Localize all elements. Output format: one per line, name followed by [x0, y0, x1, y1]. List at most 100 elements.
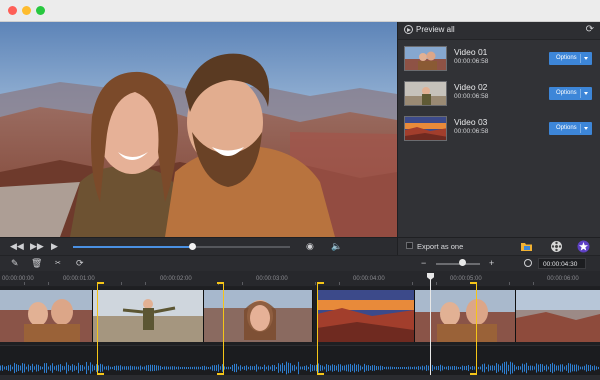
options-label: Options	[556, 55, 577, 61]
player-controls: ◀◀ ▶▶ ▶ ◉ 🔈	[0, 237, 397, 255]
waveform-bar	[78, 362, 79, 374]
waveform-bar	[278, 363, 279, 373]
waveform-bar	[230, 366, 231, 370]
split-icon[interactable]: ✂	[55, 259, 61, 269]
waveform-bar	[34, 366, 35, 370]
video-list-item[interactable]: Video 01 00:00:06:58 Options	[398, 42, 600, 76]
waveform-bar	[238, 366, 239, 370]
edit-icon[interactable]: ✎	[11, 258, 19, 268]
timeline-clip[interactable]	[0, 290, 93, 342]
clip-selection-range[interactable]	[97, 282, 224, 375]
zoom-slider[interactable]	[436, 263, 480, 265]
playback-progress-slider[interactable]	[73, 243, 290, 250]
clip-selection-range[interactable]	[317, 282, 477, 375]
waveform-bar	[558, 365, 559, 371]
ruler-tick-label: 00:00:01:00	[63, 276, 95, 282]
waveform-bar	[574, 364, 575, 372]
waveform-bar	[2, 365, 3, 371]
waveform-bar	[28, 364, 29, 372]
waveform-bar	[294, 364, 295, 372]
export-as-one-label[interactable]: Export as one	[417, 242, 463, 251]
star-effects-icon[interactable]	[577, 240, 590, 253]
playhead-line[interactable]	[430, 276, 431, 375]
zoom-window-button[interactable]	[36, 6, 45, 15]
waveform-bar	[64, 366, 65, 370]
trash-icon[interactable]: 🗑	[31, 258, 42, 268]
waveform-bar	[518, 365, 519, 371]
fast-forward-icon[interactable]: ▶▶	[30, 241, 44, 251]
video-list-item[interactable]: Video 03 00:00:06:58 Options	[398, 112, 600, 146]
waveform-bar	[494, 365, 495, 371]
waveform-bar	[224, 366, 225, 370]
waveform-bar	[550, 364, 551, 372]
video-duration: 00:00:06:58	[454, 128, 489, 135]
waveform-bar	[588, 365, 589, 371]
waveform-bar	[58, 364, 59, 372]
waveform-bar	[290, 363, 291, 373]
waveform-bar	[236, 363, 237, 373]
preview-frame-image	[0, 22, 397, 237]
waveform-bar	[314, 365, 315, 371]
video-preview[interactable]	[0, 22, 397, 237]
waveform-bar	[284, 365, 285, 371]
waveform-bar	[30, 365, 31, 371]
waveform-bar	[52, 363, 53, 373]
waveform-bar	[280, 364, 281, 372]
open-folder-icon[interactable]	[520, 240, 533, 253]
video-thumbnail	[404, 46, 447, 71]
zoom-in-icon[interactable]: +	[489, 258, 494, 268]
record-icon[interactable]: ◉	[306, 241, 314, 251]
options-button[interactable]: Options	[549, 122, 592, 135]
playback-progress-handle[interactable]	[189, 243, 197, 250]
ruler-tick-label: 00:00:06:00	[547, 276, 579, 282]
waveform-bar	[74, 365, 75, 371]
waveform-bar	[548, 366, 549, 370]
chevron-down-icon[interactable]	[584, 92, 588, 95]
rotate-icon[interactable]: ⟳	[76, 258, 84, 268]
waveform-bar	[38, 364, 39, 372]
video-list-item[interactable]: Video 02 00:00:06:58 Options	[398, 77, 600, 111]
chevron-down-icon[interactable]	[584, 127, 588, 130]
waveform-bar	[302, 366, 303, 370]
waveform-bar	[288, 362, 289, 374]
waveform-bar	[244, 366, 245, 370]
waveform-bar	[46, 363, 47, 373]
volume-icon[interactable]: 🔈	[331, 241, 342, 251]
waveform-bar	[226, 366, 227, 370]
waveform-bar	[266, 366, 267, 370]
timeline-clip[interactable]	[516, 290, 600, 342]
close-window-button[interactable]	[8, 6, 17, 15]
clock-icon	[524, 259, 532, 267]
waveform-bar	[564, 366, 565, 370]
waveform-bar	[500, 365, 501, 371]
minimize-window-button[interactable]	[22, 6, 31, 15]
waveform-bar	[86, 361, 87, 375]
waveform-bar	[14, 362, 15, 374]
film-reel-icon[interactable]	[550, 240, 563, 253]
waveform-bar	[512, 362, 513, 374]
waveform-bar	[70, 365, 71, 371]
rewind-icon[interactable]: ◀◀	[10, 241, 24, 251]
chevron-down-icon[interactable]	[584, 57, 588, 60]
waveform-bar	[274, 365, 275, 371]
zoom-out-icon[interactable]: −	[421, 258, 426, 268]
current-time-field[interactable]: 00:00:04:30	[538, 258, 586, 269]
selection-corner	[318, 282, 324, 284]
export-as-one-checkbox[interactable]	[406, 242, 413, 249]
waveform-bar	[540, 363, 541, 373]
waveform-bar	[488, 364, 489, 372]
waveform-bar	[510, 361, 511, 375]
timeline-ruler[interactable]: 00:00:00:00 00:00:01:00 00:00:02:00 00:0…	[0, 271, 600, 287]
waveform-bar	[252, 366, 253, 370]
waveform-bar	[234, 363, 235, 373]
refresh-icon[interactable]: ⟳	[586, 25, 594, 35]
options-button[interactable]: Options	[549, 52, 592, 65]
options-button[interactable]: Options	[549, 87, 592, 100]
waveform-bar	[544, 365, 545, 371]
play-circle-icon[interactable]	[404, 25, 413, 34]
waveform-bar	[586, 364, 587, 372]
preview-all-button[interactable]: Preview all	[416, 25, 455, 34]
play-icon[interactable]: ▶	[51, 241, 58, 251]
waveform-bar	[502, 363, 503, 373]
options-separator	[580, 89, 581, 98]
